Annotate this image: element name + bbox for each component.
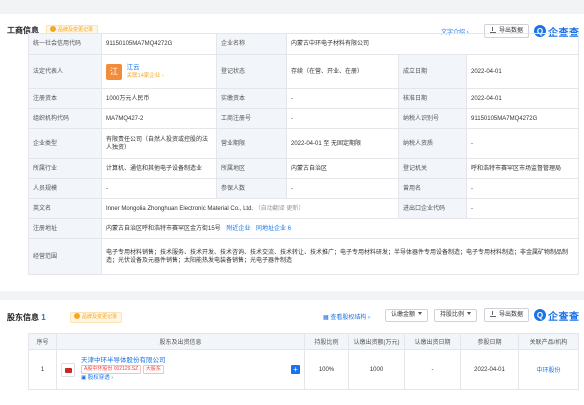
reg-capital-label: 注册资本: [28, 88, 102, 109]
shareholder-name[interactable]: 天津中环半导体股份有限公司: [81, 356, 291, 365]
row-related-link[interactable]: 中环股份: [518, 349, 579, 390]
import-code-label: 进出口企业代码: [398, 198, 467, 219]
row-join-date: 2022-04-01: [460, 349, 519, 390]
biz-term-label: 营业期限: [216, 128, 287, 159]
taxpayer-id-label: 纳税人识别号: [398, 108, 467, 129]
legal-rep-name[interactable]: 江云: [127, 64, 140, 71]
scope-label: 经营范围: [28, 238, 102, 275]
col-join-date: 参股日期: [460, 333, 519, 350]
equity-penetration-link[interactable]: ▣ 股权穿透 ›: [81, 374, 291, 383]
company-type-label: 企业类型: [28, 128, 102, 159]
row-sub-date: -: [404, 349, 461, 390]
approve-date-label: 核准日期: [398, 88, 467, 109]
insured-value: -: [286, 178, 399, 199]
staff-size-label: 人员规模: [28, 178, 102, 199]
row-index: 1: [28, 349, 57, 390]
biz-reg-value: -: [286, 108, 399, 129]
legal-rep-cell: 江 江云 关联14家企业 ›: [101, 54, 217, 89]
filter-amount-dropdown[interactable]: 认缴金额: [385, 309, 429, 322]
company-logo: [61, 362, 75, 377]
found-date-label: 成立日期: [398, 54, 467, 89]
col-related: 关联产品/机构: [518, 333, 579, 350]
reg-status-label: 登记状态: [216, 54, 287, 89]
paid-capital-label: 实缴资本: [216, 88, 287, 109]
staff-size-value: -: [101, 178, 217, 199]
insured-label: 参保人数: [216, 178, 287, 199]
shareholder-header: 股东信息 1 品牌及变更记录 ▦ 查看股权结构 › 认缴金额 持股比例 导出数据…: [0, 300, 584, 324]
chevron-down-icon: [418, 312, 423, 315]
region-label: 所属地区: [216, 158, 287, 179]
org-code-value: MA7MQ427-2: [101, 108, 217, 129]
reg-capital-value: 1000万元人民币: [101, 88, 217, 109]
shareholder-table: 序号 股东及出资信息 持股比例 认缴出资额(万元) 认缴出资日期 参股日期 关联…: [28, 333, 579, 390]
company-type-value: 有限责任公司（自然人投资或控股的法人独资）: [101, 128, 217, 159]
shareholder-count: 1: [41, 313, 46, 322]
download-icon: [490, 311, 496, 317]
table-row: 1 天津中环半导体股份有限公司 A股中环股份 002129.SZ 大股东 ▣ 股…: [28, 349, 579, 390]
credit-code-label: 统一社会信用代码: [28, 33, 102, 55]
avatar: 江: [106, 63, 122, 80]
same-address-link[interactable]: 同地址企业 6: [256, 226, 291, 232]
expand-plus-icon[interactable]: +: [291, 365, 300, 374]
english-name-label: 英文名: [28, 198, 102, 219]
found-date-value: 2022-04-01: [465, 54, 580, 89]
import-code-value: -: [465, 198, 580, 219]
english-name-value: Inner Mongolia Zhonghuan Electronic Mate…: [106, 205, 254, 212]
former-name-label: 曾用名: [398, 178, 467, 199]
credit-code-value: 91150105MA7MQ4272G: [101, 33, 217, 55]
address-value: 内蒙古自治区呼和浩特市赛罕区金方街15号: [106, 225, 221, 232]
stock-tag[interactable]: A股中环股份 002129.SZ: [81, 365, 142, 374]
col-ratio: 持股比例: [304, 333, 349, 350]
nearby-companies-link[interactable]: 附近企业: [226, 226, 250, 232]
reg-status-value: 存续（在营、开业、在册）: [286, 54, 399, 89]
industry-label: 所属行业: [28, 158, 102, 179]
company-name-value: 内蒙古中环电子材料有限公司: [285, 33, 580, 55]
view-structure-link[interactable]: ▦ 查看股权结构 ›: [323, 312, 370, 321]
col-index: 序号: [28, 333, 57, 350]
shareholder-table-header: 序号 股东及出资信息 持股比例 认缴出资额(万元) 认缴出资日期 参股日期 关联…: [28, 333, 579, 350]
shareholder-cell: 天津中环半导体股份有限公司 A股中环股份 002129.SZ 大股东 ▣ 股权穿…: [56, 349, 305, 390]
english-name-cell: Inner Mongolia Zhonghuan Electronic Mate…: [101, 198, 399, 219]
taxpayer-qual-label: 纳税人资质: [398, 128, 467, 159]
business-info-table: 统一社会信用代码 91150105MA7MQ4272G 企业名称 内蒙古中环电子…: [28, 33, 580, 275]
business-info-card: 工商信息 品牌及变更记录 文字介绍 › 导出数据 Q 企查查 统一社会信用代码 9…: [0, 14, 584, 291]
biz-term-value: 2022-04-01 至 无固定期限: [286, 128, 399, 159]
col-shareholder: 股东及出资信息: [56, 333, 305, 350]
col-sub-date: 认缴出资日期: [404, 333, 461, 350]
scope-value: 电子专用材料销售；技术服务、技术开发、技术咨询、技术交流、技术转让、技术推广；电…: [100, 238, 580, 275]
address-label: 注册地址: [28, 218, 102, 239]
reg-authority-label: 登记机关: [398, 158, 467, 179]
region-value: 内蒙古自治区: [286, 158, 399, 179]
warning-icon: [74, 313, 80, 319]
qichacha-logo: Q 企查查: [534, 308, 580, 323]
paid-capital-value: -: [286, 88, 399, 109]
reg-authority-value: 呼和浩特市赛罕区市场监督管理局: [465, 158, 580, 179]
shareholder-title: 股东信息 1: [7, 313, 46, 322]
row-ratio: 100%: [304, 349, 349, 390]
warning-icon: [50, 26, 56, 32]
shareholder-change-badge[interactable]: 品牌及变更记录: [70, 312, 123, 323]
biz-reg-label: 工商注册号: [216, 108, 287, 129]
chevron-down-icon: [467, 312, 472, 315]
share-export-button[interactable]: 导出数据: [484, 308, 530, 322]
company-name-label: 企业名称: [216, 33, 287, 55]
filter-ratio-dropdown[interactable]: 持股比例: [434, 309, 478, 322]
col-amount: 认缴出资额(万元): [348, 333, 405, 350]
former-name-value: -: [465, 178, 580, 199]
org-code-label: 组织机构代码: [28, 108, 102, 129]
address-cell: 内蒙古自治区呼和浩特市赛罕区金方街15号 附近企业 同地址企业 6: [100, 218, 580, 239]
row-amount: 1000: [348, 349, 405, 390]
industry-value: 计算机、通信和其他电子设备制造业: [101, 158, 217, 179]
taxpayer-qual-value: -: [465, 128, 580, 159]
auto-translate-note[interactable]: （自动翻译 更新）: [255, 206, 305, 212]
legal-rep-related[interactable]: 关联14家企业 ›: [127, 73, 164, 79]
legal-rep-label: 法定代表人: [28, 54, 102, 89]
taxpayer-id-value: 91150105MA7MQ4272G: [465, 108, 580, 129]
approve-date-value: 2022-04-01: [465, 88, 580, 109]
major-shareholder-tag: 大股东: [142, 365, 164, 374]
